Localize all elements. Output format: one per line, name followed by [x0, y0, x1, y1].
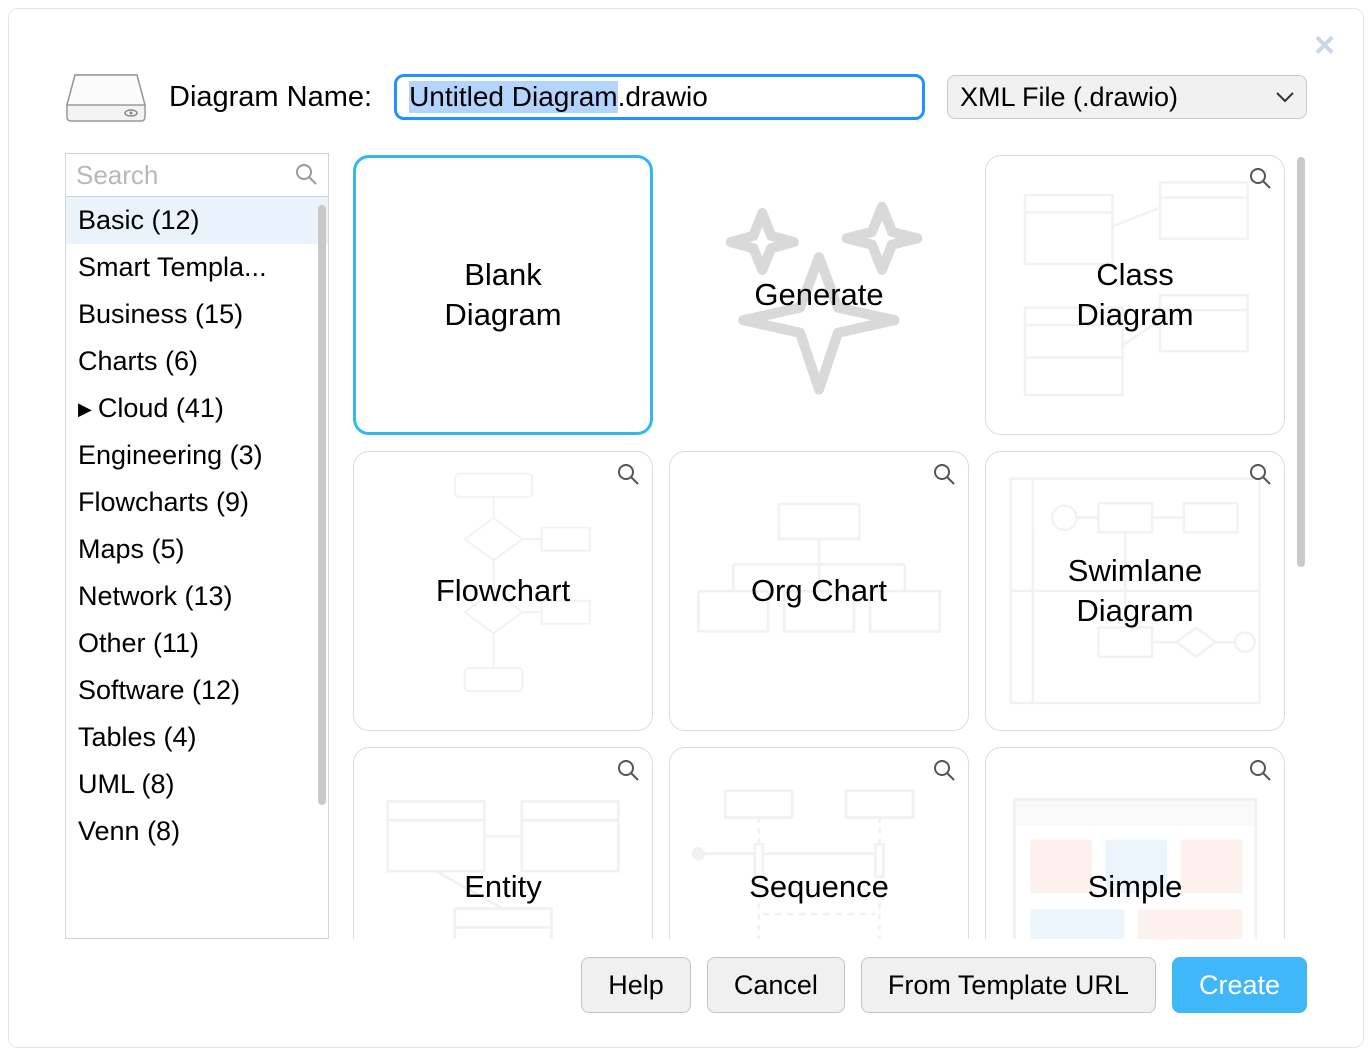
template-thumbnail — [354, 748, 652, 939]
zoom-icon[interactable] — [1248, 166, 1272, 195]
template-tile[interactable]: Entity — [353, 747, 653, 939]
drive-icon — [65, 71, 147, 123]
cancel-button[interactable]: Cancel — [707, 957, 845, 1013]
template-title: Sequence — [739, 867, 899, 907]
category-item[interactable]: Business (15) — [66, 291, 328, 338]
new-diagram-dialog: × Diagram Name: XML File (.drawio) Basic — [8, 8, 1364, 1048]
template-title: SwimlaneDiagram — [1058, 551, 1212, 632]
category-item[interactable]: Other (11) — [66, 620, 328, 667]
template-thumbnail — [986, 748, 1284, 939]
template-tile-blank[interactable]: BlankDiagram — [353, 155, 653, 435]
category-label: Venn (8) — [78, 816, 180, 846]
category-label: Basic (12) — [78, 205, 200, 235]
create-button[interactable]: Create — [1172, 957, 1307, 1013]
zoom-icon[interactable] — [1248, 758, 1272, 787]
dialog-body: Basic (12) Smart Templa... Business (15) Ch… — [65, 153, 1307, 939]
category-item[interactable]: UML (8) — [66, 761, 328, 808]
template-tile[interactable]: Sequence — [669, 747, 969, 939]
template-title: ClassDiagram — [1066, 255, 1203, 336]
help-button[interactable]: Help — [581, 957, 691, 1013]
category-item[interactable]: Maps (5) — [66, 526, 328, 573]
category-label: Flowcharts (9) — [78, 487, 249, 517]
template-title: BlankDiagram — [434, 255, 571, 336]
template-grid: BlankDiagram Generate ClassDiagram Flowchar… — [351, 153, 1307, 939]
search-input[interactable] — [66, 154, 328, 196]
file-type-value: XML File (.drawio) — [960, 82, 1178, 113]
category-label: Business (15) — [78, 299, 243, 329]
zoom-icon[interactable] — [932, 462, 956, 491]
template-grid-wrap: BlankDiagram Generate ClassDiagram Flowchar… — [351, 153, 1307, 939]
template-tile[interactable]: Flowchart — [353, 451, 653, 731]
template-title: Generate — [744, 275, 893, 315]
category-item[interactable]: Smart Templa... — [66, 244, 328, 291]
chevron-down-icon — [1276, 91, 1294, 103]
category-item[interactable]: Basic (12) — [66, 197, 328, 244]
template-tile[interactable]: SwimlaneDiagram — [985, 451, 1285, 731]
template-tile[interactable]: Org Chart — [669, 451, 969, 731]
sidebar-scrollbar[interactable] — [318, 205, 326, 805]
category-item[interactable]: Charts (6) — [66, 338, 328, 385]
category-label: Smart Templa... — [78, 252, 267, 282]
category-label: Tables (4) — [78, 722, 197, 752]
category-label: Charts (6) — [78, 346, 198, 376]
template-title: Flowchart — [426, 571, 580, 611]
template-title: Org Chart — [741, 571, 897, 611]
category-item[interactable]: Software (12) — [66, 667, 328, 714]
category-item[interactable]: Venn (8) — [66, 808, 328, 855]
category-label: Software (12) — [78, 675, 240, 705]
search-icon — [294, 162, 318, 191]
search-wrap — [66, 154, 328, 197]
zoom-icon[interactable] — [616, 462, 640, 491]
category-list: Basic (12) Smart Templa... Business (15) Ch… — [66, 197, 328, 938]
category-item[interactable]: ▶ Cloud (41) — [66, 385, 328, 432]
dialog-footer: Help Cancel From Template URL Create — [9, 957, 1363, 1047]
template-title: Simple — [1078, 867, 1193, 907]
zoom-icon[interactable] — [616, 758, 640, 787]
category-item[interactable]: Tables (4) — [66, 714, 328, 761]
template-thumbnail — [670, 748, 968, 939]
diagram-name-input[interactable] — [394, 74, 925, 120]
zoom-icon[interactable] — [1248, 462, 1272, 491]
category-label: Engineering (3) — [78, 440, 263, 470]
template-tile[interactable]: ClassDiagram — [985, 155, 1285, 435]
diagram-name-label: Diagram Name: — [169, 81, 372, 114]
category-label: Other (11) — [78, 628, 199, 658]
category-item[interactable]: Flowcharts (9) — [66, 479, 328, 526]
template-tile[interactable]: Generate — [669, 155, 969, 435]
template-tile[interactable]: Simple — [985, 747, 1285, 939]
zoom-icon[interactable] — [932, 758, 956, 787]
category-label: Cloud (41) — [98, 393, 224, 423]
category-label: Network (13) — [78, 581, 233, 611]
dialog-header: Diagram Name: XML File (.drawio) — [9, 9, 1363, 153]
from-template-url-button[interactable]: From Template URL — [861, 957, 1156, 1013]
category-sidebar: Basic (12) Smart Templa... Business (15) Ch… — [65, 153, 329, 939]
category-item[interactable]: Network (13) — [66, 573, 328, 620]
close-icon[interactable]: × — [1314, 27, 1335, 63]
category-label: Maps (5) — [78, 534, 185, 564]
template-title: Entity — [454, 867, 552, 907]
category-label: UML (8) — [78, 769, 175, 799]
category-item[interactable]: Engineering (3) — [66, 432, 328, 479]
grid-scrollbar[interactable] — [1297, 157, 1305, 567]
expand-arrow-icon: ▶ — [78, 399, 92, 420]
file-type-select[interactable]: XML File (.drawio) — [947, 75, 1307, 119]
